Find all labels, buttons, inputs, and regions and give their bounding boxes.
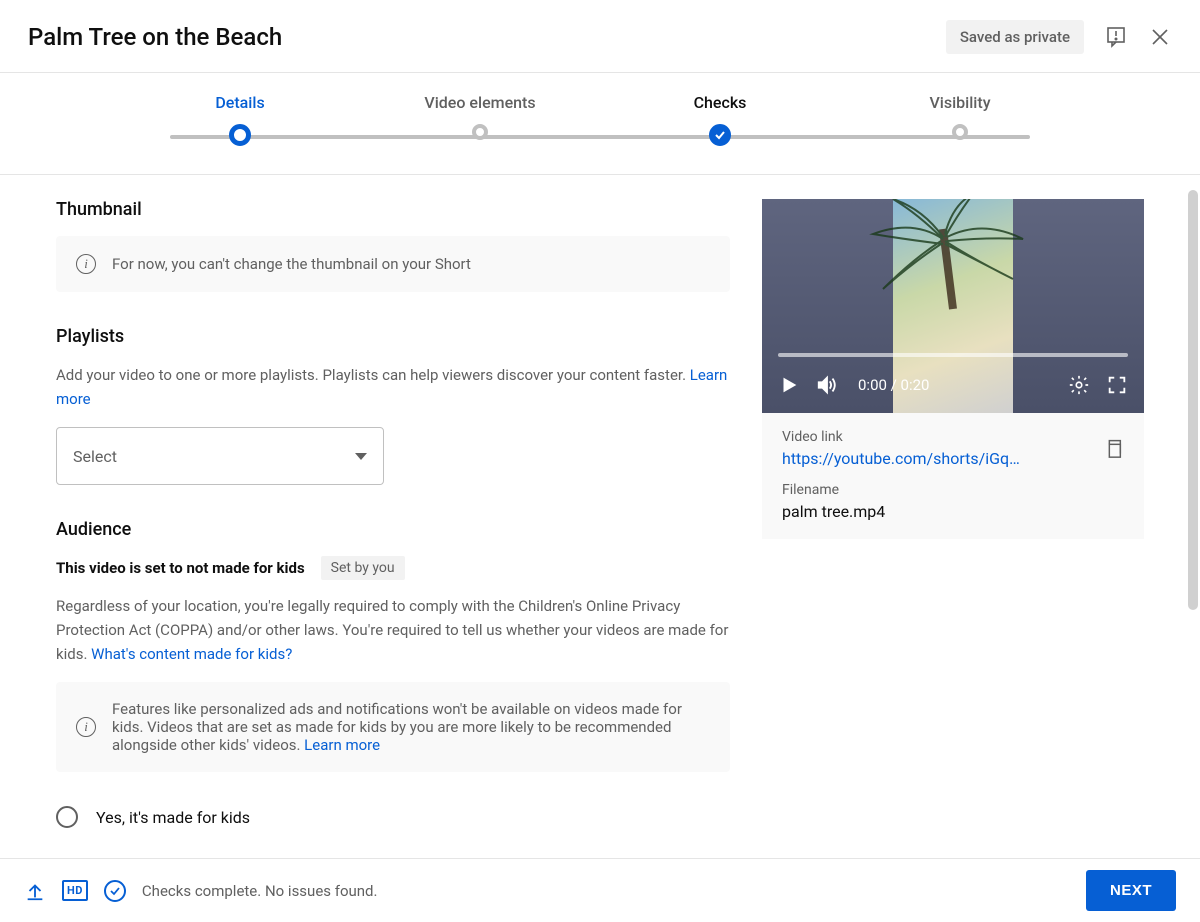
page-title: Palm Tree on the Beach	[28, 23, 282, 51]
step-dot-icon	[472, 124, 488, 140]
dialog-header: Palm Tree on the Beach Saved as private	[0, 0, 1200, 73]
info-icon: i	[76, 717, 96, 737]
audience-coppa-text: Regardless of your location, you're lega…	[56, 594, 730, 666]
coppa-link[interactable]: What's content made for kids?	[91, 645, 292, 663]
content-area: Thumbnail i For now, you can't change th…	[0, 175, 1200, 855]
upload-icon[interactable]	[24, 880, 46, 902]
filename-label: Filename	[782, 482, 1124, 498]
set-by-you-badge: Set by you	[321, 556, 405, 580]
audience-features-text: Features like personalized ads and notif…	[112, 700, 710, 754]
playlists-select[interactable]: Select	[56, 427, 384, 485]
playlists-title: Playlists	[56, 326, 730, 347]
saved-status-badge: Saved as private	[946, 20, 1084, 54]
play-icon[interactable]	[778, 374, 800, 396]
step-checks[interactable]: Checks	[600, 93, 840, 146]
step-dot-icon	[952, 124, 968, 140]
scroll-thumb[interactable]	[1188, 190, 1198, 610]
audience-title: Audience	[56, 519, 730, 540]
feedback-icon[interactable]	[1104, 25, 1128, 49]
step-details[interactable]: Details	[120, 93, 360, 146]
close-icon[interactable]	[1148, 25, 1172, 49]
fullscreen-icon[interactable]	[1106, 374, 1128, 396]
step-visibility[interactable]: Visibility	[840, 93, 1080, 140]
thumbnail-info-box: i For now, you can't change the thumbnai…	[56, 236, 730, 292]
video-time: 0:00 / 0:20	[858, 376, 929, 394]
radio-made-for-kids-yes[interactable]: Yes, it's made for kids	[56, 806, 730, 828]
settings-gear-icon[interactable]	[1068, 374, 1090, 396]
video-link-row: Video link https://youtube.com/shorts/iG…	[782, 429, 1124, 468]
chevron-down-icon	[355, 453, 367, 460]
video-meta-box: Video link https://youtube.com/shorts/iG…	[762, 413, 1144, 539]
checks-status-text: Checks complete. No issues found.	[142, 882, 378, 900]
playlists-desc: Add your video to one or more playlists.…	[56, 363, 730, 411]
features-learn-more-link[interactable]: Learn more	[304, 736, 380, 754]
video-link[interactable]: https://youtube.com/shorts/iGq…	[782, 449, 1062, 468]
step-label: Checks	[694, 93, 747, 112]
thumbnail-info-text: For now, you can't change the thumbnail …	[112, 255, 471, 273]
upload-stepper: Details Video elements Checks Visibility	[0, 73, 1200, 175]
hd-badge: HD	[62, 880, 88, 901]
copy-icon[interactable]	[1102, 437, 1124, 463]
content-scrollbar[interactable]	[1186, 190, 1198, 840]
step-label: Details	[215, 93, 264, 112]
dialog-footer: HD Checks complete. No issues found. NEX…	[0, 858, 1200, 922]
radio-label: Yes, it's made for kids	[96, 808, 250, 827]
select-value: Select	[73, 447, 117, 466]
video-preview[interactable]: 0:00 / 0:20	[762, 199, 1144, 413]
step-label: Video elements	[424, 93, 535, 112]
radio-icon	[56, 806, 78, 828]
volume-icon[interactable]	[816, 374, 838, 396]
details-form: Thumbnail i For now, you can't change th…	[56, 199, 730, 855]
playlists-desc-text: Add your video to one or more playlists.…	[56, 366, 690, 384]
step-dot-icon	[229, 124, 251, 146]
audience-features-box: i Features like personalized ads and not…	[56, 682, 730, 772]
video-progress-bar[interactable]	[778, 353, 1128, 357]
step-label: Visibility	[929, 93, 990, 112]
filename-row: Filename palm tree.mp4	[782, 482, 1124, 521]
step-video-elements[interactable]: Video elements	[360, 93, 600, 140]
video-link-label: Video link	[782, 429, 1124, 445]
checks-ok-icon	[104, 880, 126, 902]
thumbnail-title: Thumbnail	[56, 199, 730, 220]
step-dot-icon	[709, 124, 731, 146]
audience-status-row: This video is set to not made for kids S…	[56, 556, 730, 580]
filename-value: palm tree.mp4	[782, 502, 1124, 521]
next-button[interactable]: NEXT	[1086, 870, 1176, 911]
features-desc: Features like personalized ads and notif…	[112, 700, 682, 754]
audience-status-text: This video is set to not made for kids	[56, 559, 305, 577]
preview-panel: 0:00 / 0:20 Video link https://y	[762, 199, 1144, 855]
video-controls: 0:00 / 0:20	[762, 357, 1144, 413]
header-actions: Saved as private	[946, 20, 1172, 54]
info-icon: i	[76, 254, 96, 274]
